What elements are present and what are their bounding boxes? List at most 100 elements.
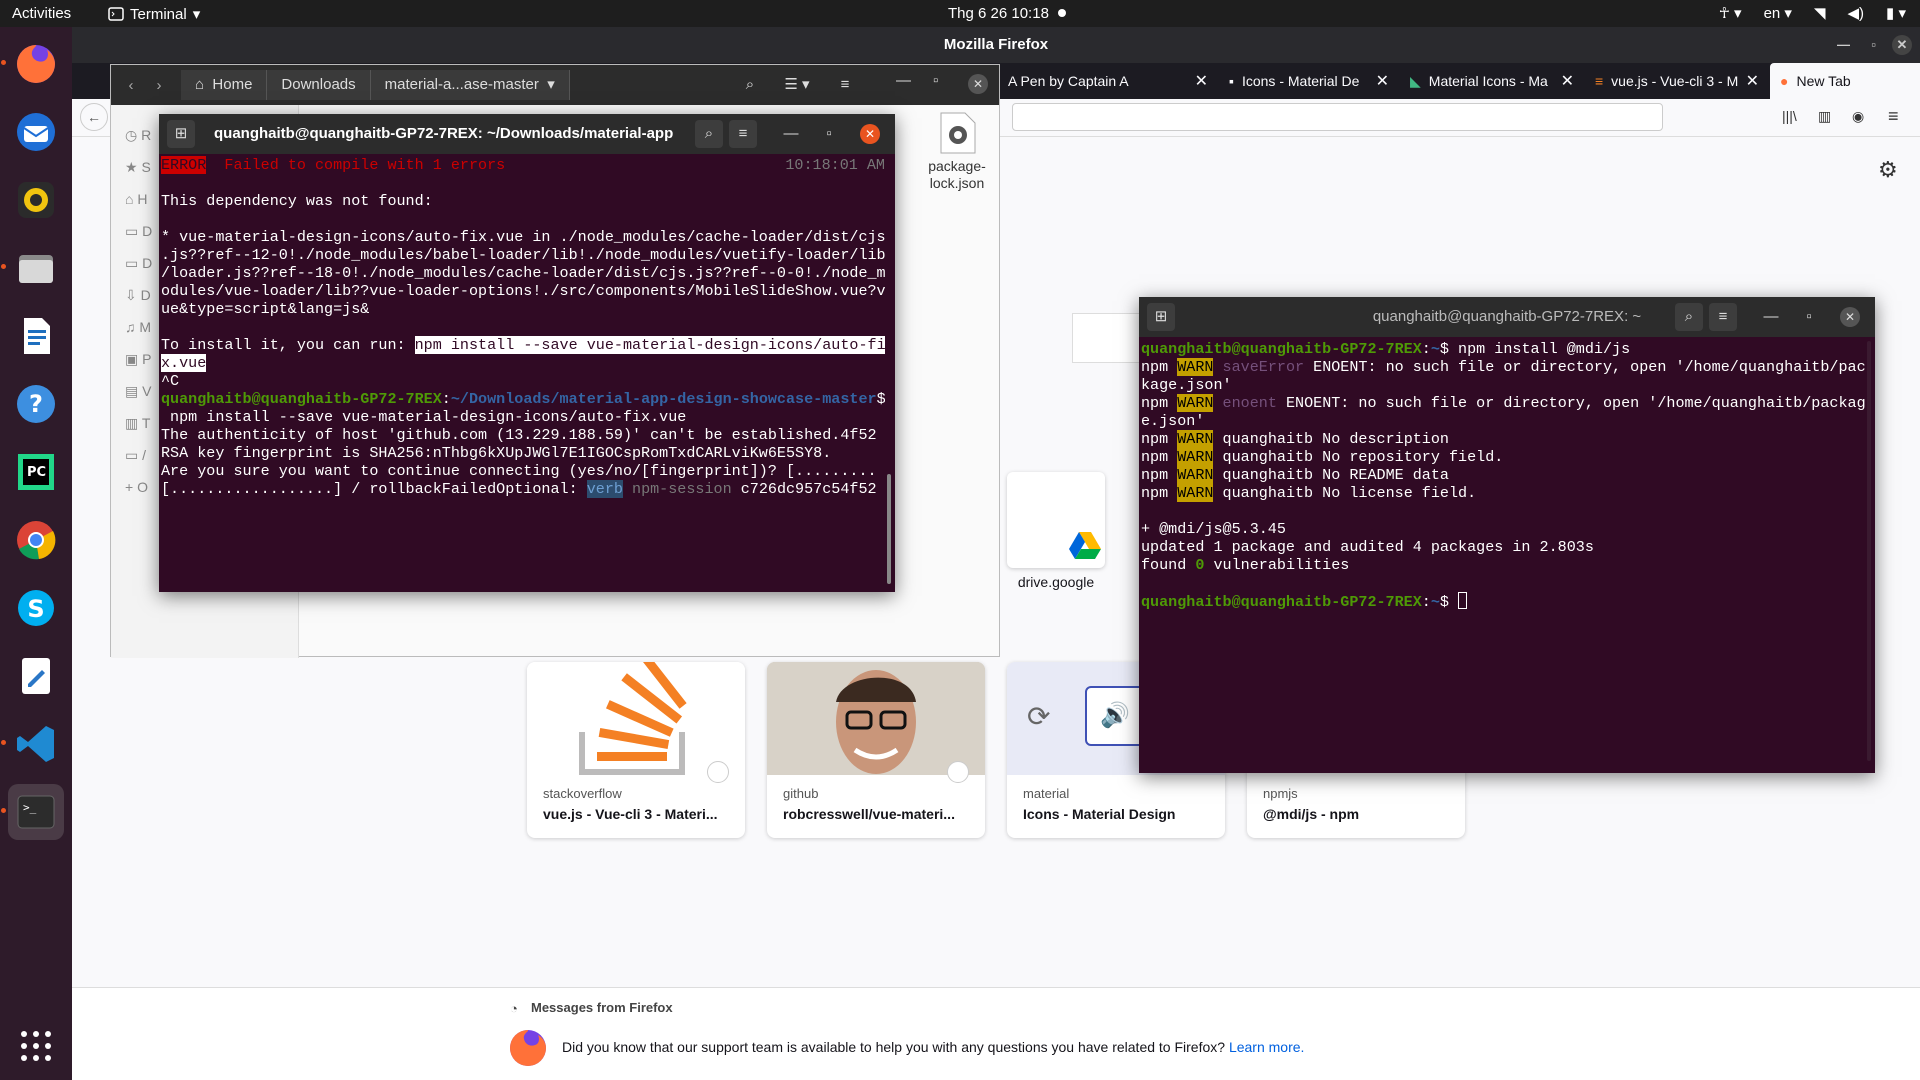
card-source: npmjs [1263, 786, 1298, 801]
view-options-icon[interactable]: ☰ ▾ [773, 72, 821, 98]
tab-codepen[interactable]: A Pen by Captain A ✕ [998, 63, 1218, 99]
close-button[interactable]: ✕ [1892, 35, 1912, 55]
maximize-button[interactable]: ▫ [1797, 297, 1821, 337]
url-bar[interactable] [1012, 103, 1663, 131]
menu-icon[interactable]: ≡ [1709, 303, 1737, 331]
menu-icon[interactable]: ≡ [729, 120, 757, 148]
close-tab-icon[interactable]: ✕ [1561, 71, 1574, 91]
text-editor-icon[interactable] [8, 648, 64, 704]
highlight-card[interactable]: github robcresswell/vue-materi... [767, 662, 985, 838]
crumb-label: Home [212, 76, 253, 93]
sidebar-item[interactable]: ▥ T [125, 407, 152, 439]
highlight-card[interactable]: stackoverflow vue.js - Vue-cli 3 - Mater… [527, 662, 745, 838]
tab-new-tab[interactable]: ●New Tab✕ [1770, 63, 1920, 99]
close-tab-icon[interactable]: ✕ [1195, 71, 1208, 91]
file-item[interactable]: package-lock.json [919, 111, 995, 192]
sidebar-item[interactable]: ▤ V [125, 375, 152, 407]
app-menu[interactable]: Terminal ▾ [108, 5, 200, 23]
home-icon: ⌂ [195, 76, 205, 93]
maximize-button[interactable]: ▫ [1871, 27, 1876, 63]
accessibility-icon[interactable]: ☥ ▾ [1719, 4, 1742, 22]
close-button[interactable]: ✕ [968, 74, 988, 94]
search-icon[interactable]: ⌕ [695, 120, 723, 148]
close-tab-icon[interactable]: ✕ [1376, 71, 1389, 91]
close-tab-icon[interactable]: ✕ [1746, 71, 1759, 91]
top-site-drive[interactable]: drive.google [1007, 472, 1105, 596]
close-button[interactable]: ✕ [1840, 307, 1860, 327]
firefox-icon[interactable] [8, 36, 64, 92]
learn-more-link[interactable]: Learn more. [1229, 1039, 1304, 1055]
terminal-dock-icon[interactable]: >_ [8, 784, 64, 840]
output-line: /loader.js??ref--18-0!./node_modules/cac… [161, 264, 885, 282]
output-line: updated 1 package and audited 4 packages… [1141, 538, 1594, 556]
sidebar-item[interactable]: ▣ P [125, 343, 152, 375]
writer-icon[interactable] [8, 308, 64, 364]
back-button[interactable]: ‹ [117, 77, 145, 94]
help-icon[interactable]: ? [8, 376, 64, 432]
vscode-icon[interactable] [8, 716, 64, 772]
files-icon[interactable] [8, 240, 64, 296]
activities-button[interactable]: Activities [12, 5, 71, 22]
new-tab-icon[interactable]: ⊞ [167, 120, 195, 148]
rhythmbox-icon[interactable] [8, 172, 64, 228]
minimize-button[interactable]: — [1759, 297, 1783, 337]
thunderbird-icon[interactable] [8, 104, 64, 160]
menu-icon[interactable]: ≡ [831, 72, 859, 98]
card-source: github [783, 786, 819, 801]
maximize-button[interactable]: ▫ [933, 72, 938, 89]
sidebar-item[interactable]: ▭ D [125, 215, 152, 247]
maximize-button[interactable]: ▫ [817, 114, 841, 154]
warn-badge: WARN [1177, 358, 1214, 376]
skype-icon[interactable]: S [8, 580, 64, 636]
output-line: The authenticity of host 'github.com (13… [161, 426, 877, 444]
scrollbar[interactable] [887, 474, 891, 584]
sidebar-item[interactable]: ▭ / [125, 439, 152, 471]
sidebar-item[interactable]: ⌂ H [125, 183, 152, 215]
show-apps-icon[interactable] [8, 1018, 64, 1074]
settings-gear-icon[interactable]: ⚙ [1878, 157, 1898, 183]
clock[interactable]: Thg 6 26 10:18 [948, 5, 1049, 22]
tab-icons-material[interactable]: ▪ Icons - Material De ✕ [1219, 63, 1399, 99]
search-icon[interactable]: ⌕ [736, 72, 764, 98]
minimize-button[interactable]: — [1837, 27, 1850, 63]
breadcrumb-downloads[interactable]: Downloads [267, 70, 371, 100]
wifi-icon[interactable]: ◥ [1814, 4, 1826, 22]
sidebar-icon[interactable]: ▥ [1818, 108, 1831, 125]
close-button[interactable]: ✕ [860, 124, 880, 144]
language-indicator[interactable]: en ▾ [1764, 4, 1792, 22]
top-site-thumbnail [1007, 472, 1105, 568]
menu-icon[interactable]: ≡ [1888, 106, 1899, 127]
library-icon[interactable]: |||\ [1782, 108, 1797, 124]
search-icon[interactable]: ⌕ [1675, 303, 1703, 331]
new-tab-icon[interactable]: ⊞ [1147, 303, 1175, 331]
breadcrumb-current[interactable]: material-a...ase-master ▾ [370, 70, 570, 100]
account-icon[interactable]: ◉ [1852, 108, 1864, 125]
scrollbar[interactable] [1867, 341, 1871, 761]
chrome-icon[interactable] [8, 512, 64, 568]
minimize-button[interactable]: — [779, 114, 803, 154]
battery-icon[interactable]: ▮ ▾ [1886, 4, 1906, 22]
minimize-button[interactable]: — [896, 72, 911, 89]
messages-header: Messages from Firefox [531, 1000, 673, 1015]
sidebar-item[interactable]: ⇩ D [125, 279, 152, 311]
tab-material-icons[interactable]: ◣ Material Icons - Ma ✕ [1400, 63, 1584, 99]
pycharm-icon[interactable]: PC [8, 444, 64, 500]
output-line: ENOENT: no such file or directory, open … [1304, 358, 1865, 376]
session-id: c726dc957c54f52 [731, 480, 877, 498]
npm-label: npm [1141, 358, 1169, 376]
sidebar-item[interactable]: ▭ D [125, 247, 152, 279]
sidebar-item[interactable]: ★ S [125, 151, 152, 183]
tab-stackoverflow[interactable]: ≡ vue.js - Vue-cli 3 - M ✕ [1585, 63, 1769, 99]
forward-button[interactable]: › [145, 77, 173, 94]
output-line: ue&type=script&lang=js& [161, 300, 370, 318]
volume-icon[interactable]: ◀) [1848, 4, 1865, 22]
back-button[interactable]: ← [80, 103, 108, 131]
sidebar-item[interactable]: ♫ M [125, 311, 152, 343]
sidebar-item[interactable]: + O [125, 471, 152, 503]
breadcrumb-home[interactable]: ⌂ Home [181, 70, 268, 100]
terminal-output[interactable]: quanghaitb@quanghaitb-GP72-7REX:~$ npm i… [1141, 340, 1865, 773]
selected-text: npm install --save vue-material-design-i… [414, 336, 885, 354]
notification-dot [1058, 9, 1066, 17]
terminal-output[interactable]: ERROR Failed to compile with 1 errors 10:… [161, 156, 885, 592]
sidebar-item[interactable]: ◷ R [125, 119, 152, 151]
